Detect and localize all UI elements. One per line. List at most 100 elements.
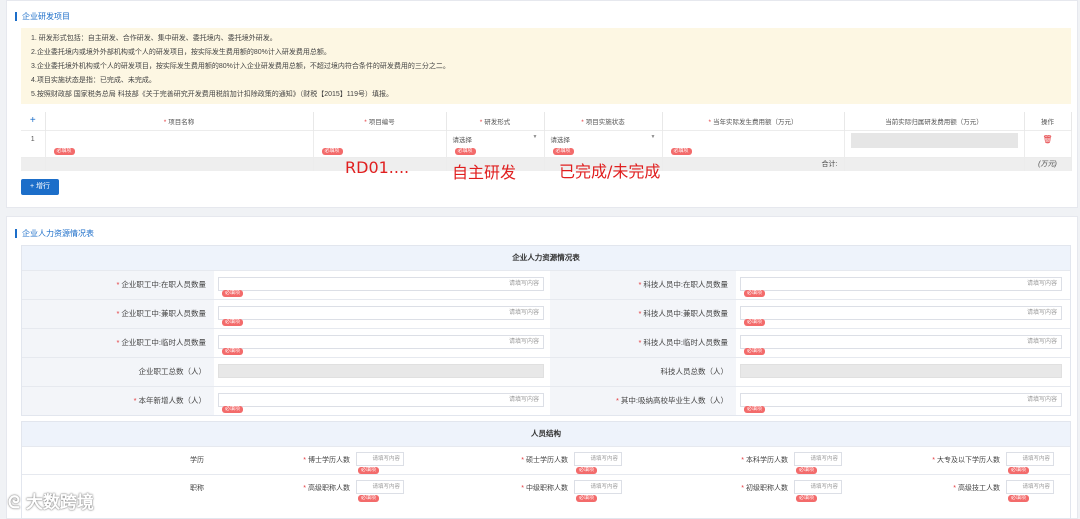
edu-input[interactable]: 请填写内容 [794, 452, 842, 466]
watermark-logo: ᘓ 大数跨境 [8, 493, 94, 513]
rd-note: 5.按照财政部 国家税务总局 科技部《关于完善研究开发费用税前加计扣除政策的通知… [31, 91, 393, 98]
add-row-button[interactable]: + 增行 [21, 179, 59, 195]
required-tag: 必填项 [222, 348, 244, 355]
required-tag: 必填项 [744, 319, 766, 326]
required-tag: 必填项 [53, 147, 75, 155]
required-tag: 必填项 [744, 290, 766, 297]
hr-input[interactable]: 请填写内容 [218, 335, 544, 349]
required-tag: 必填项 [454, 147, 476, 155]
table-row: 1 必填项 必填项 请选择 ▼ 必填项 请选择 ▼ 必填项 必填项 🗑 [21, 129, 1072, 157]
research-form-select[interactable]: 请选择 ▼ 必填项 [446, 129, 545, 157]
sum-label: 合计: [662, 156, 845, 171]
hr-row: * 企业职工中:兼职人员数量 请填写内容 必填项 * 科技人员中:兼职人员数量 请填… [22, 299, 1070, 328]
required-tag: 必填项 [576, 495, 598, 502]
logo-icon: ᘓ [8, 493, 26, 513]
edu-label: * 本科学历人数 [741, 457, 788, 464]
hr-input[interactable]: 请填写内容 [740, 393, 1062, 407]
required-tag: 必填项 [222, 319, 244, 326]
required-tag: 必填项 [796, 467, 818, 474]
hr-input[interactable]: 请填写内容 [740, 306, 1062, 320]
trash-icon[interactable]: 🗑 [1025, 135, 1071, 144]
actual-cost-cell[interactable]: 必填项 [662, 129, 845, 157]
col-project-name: * 项目名称 [45, 112, 314, 130]
rd-note: 1. 研发形式包括：自主研发、合作研发、集中研发、委托境内、委托境外研发。 [31, 35, 277, 42]
hr-input[interactable]: 请填写内容 [218, 277, 544, 291]
rank-input[interactable]: 请填写内容 [1006, 480, 1054, 494]
required-tag: 必填项 [1008, 495, 1030, 502]
title-rank-row: 职称 * 高级职称人数 请填写内容 * 中级职称人数 请填写内容 * 初级职称人数 请… [22, 474, 1070, 502]
required-tag: 必填项 [576, 467, 598, 474]
required-tag: 必填项 [1008, 467, 1030, 474]
chevron-down-icon: ▼ [650, 133, 656, 140]
overlay-project-code: RD01.... [345, 158, 410, 177]
sum-row: 合计: (万元) [21, 156, 1072, 171]
hr-section-title: 企业人力资源情况表 [15, 229, 94, 238]
edu-input[interactable]: 请填写内容 [574, 452, 622, 466]
edu-input[interactable]: 请填写内容 [356, 452, 404, 466]
project-code-cell[interactable]: 必填项 [313, 129, 447, 157]
hr-input[interactable]: 请填写内容 [740, 277, 1062, 291]
required-tag: 必填项 [552, 147, 574, 155]
hr-label: 科技人员总数（人） [550, 358, 736, 386]
rd-note: 3.企业委托境外机构或个人的研发项目，按实际发生费用额的80%计入企业研发费用总… [31, 63, 450, 70]
rank-input[interactable]: 请填写内容 [356, 480, 404, 494]
hr-row: * 企业职工中:临时人员数量 请填写内容 必填项 * 科技人员中:临时人员数量 请填… [22, 328, 1070, 357]
hr-row: 企业职工总数（人） 科技人员总数（人） [22, 357, 1070, 386]
rd-project-table: + * 项目名称 * 项目编号 * 研发形式 * 项目实施状态 * 当年实际发生费用额（万… [21, 112, 1072, 171]
col-rd-cost: 当前实际归属研发费用额（万元） [844, 112, 1025, 130]
required-tag: 必填项 [358, 467, 380, 474]
delete-row-button[interactable]: 🗑 [1024, 129, 1072, 157]
hr-row: * 本年新增人数（人） 请填写内容 必填项 * 其中:吸纳高校毕业生人数（人） 请填… [22, 386, 1070, 415]
hr-label: * 企业职工中:临时人员数量 [22, 329, 214, 357]
total-staff-field [218, 364, 544, 378]
chevron-down-icon: ▼ [532, 133, 538, 140]
structure-title: 人员结构 [22, 422, 1070, 446]
hr-label: 企业职工总数（人） [22, 358, 214, 386]
rank-label: * 高级职称人数 [303, 485, 350, 492]
edu-input[interactable]: 请填写内容 [1006, 452, 1054, 466]
edu-label: * 硕士学历人数 [521, 457, 568, 464]
hr-label: * 其中:吸纳高校毕业生人数（人） [550, 387, 736, 415]
rd-cost-cell [844, 129, 1025, 157]
hr-input[interactable]: 请填写内容 [218, 393, 544, 407]
rank-input[interactable]: 请填写内容 [794, 480, 842, 494]
rd-notice-box: 1. 研发形式包括：自主研发、合作研发、集中研发、委托境内、委托境外研发。 2.… [21, 28, 1071, 104]
rank-input[interactable]: 请填写内容 [574, 480, 622, 494]
col-operation: 操作 [1024, 112, 1072, 130]
edu-label: * 大专及以下学历人数 [932, 457, 1000, 464]
hr-input[interactable]: 请填写内容 [218, 306, 544, 320]
hr-label: * 科技人员中:兼职人员数量 [550, 300, 736, 328]
hr-label: * 科技人员中:在职人员数量 [550, 271, 736, 299]
col-actual-cost: * 当年实际发生费用额（万元） [662, 112, 845, 130]
rd-section-card: 企业研发项目 1. 研发形式包括：自主研发、合作研发、集中研发、委托境内、委托境… [6, 0, 1078, 208]
add-row-icon[interactable]: + [21, 112, 46, 130]
rd-note: 2.企业委托境内或境外外部机构或个人的研发项目，按实际发生费用额的80%计入研发… [31, 49, 331, 56]
education-row: 学历 * 博士学历人数 请填写内容 * 硕士学历人数 请填写内容 * 本科学历人数 请… [22, 446, 1070, 474]
education-label: 学历 [190, 457, 204, 464]
edu-label: * 博士学历人数 [303, 457, 350, 464]
project-name-cell[interactable]: 必填项 [45, 129, 314, 157]
col-research-form: * 研发形式 [446, 112, 545, 130]
hr-input[interactable]: 请填写内容 [740, 335, 1062, 349]
hr-section-card: 企业人力资源情况表 企业人力资源情况表 * 企业职工中:在职人员数量 请填写内容 … [6, 216, 1078, 519]
rank-label: * 初级职称人数 [741, 485, 788, 492]
required-tag: 必填项 [744, 406, 766, 413]
required-tag: 必填项 [670, 147, 692, 155]
col-project-status: * 项目实施状态 [544, 112, 663, 130]
sum-unit: (万元) [1024, 156, 1072, 171]
status-select[interactable]: 请选择 ▼ 必填项 [544, 129, 663, 157]
required-tag: 必填项 [744, 348, 766, 355]
hr-row: * 企业职工中:在职人员数量 请填写内容 必填项 * 科技人员中:在职人员数量 请填… [22, 270, 1070, 299]
rd-note: 4.项目实施状态是指：已完成、未完成。 [31, 77, 156, 84]
hr-table: 企业人力资源情况表 * 企业职工中:在职人员数量 请填写内容 必填项 * 科技人员中… [21, 245, 1071, 416]
hr-label: * 科技人员中:临时人员数量 [550, 329, 736, 357]
required-tag: 必填项 [222, 406, 244, 413]
row-index: 1 [21, 129, 46, 157]
hr-table-title: 企业人力资源情况表 [22, 246, 1070, 270]
col-project-code: * 项目编号 [313, 112, 447, 130]
hr-label: * 本年新增人数（人） [22, 387, 214, 415]
required-tag: 必填项 [796, 495, 818, 502]
rank-label: * 中级职称人数 [521, 485, 568, 492]
required-tag: 必填项 [321, 147, 343, 155]
structure-table: 人员结构 学历 * 博士学历人数 请填写内容 * 硕士学历人数 请填写内容 * 本科学… [21, 421, 1071, 519]
